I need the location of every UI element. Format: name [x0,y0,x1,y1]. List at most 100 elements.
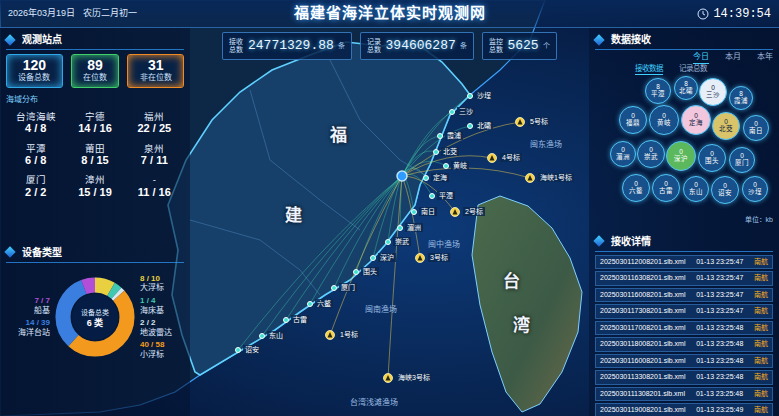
data-bubble[interactable]: 0福鼎 [619,106,647,134]
buoy-label[interactable]: 海峡3号标 [396,373,432,382]
data-bubble[interactable]: 0黄岐 [649,105,679,135]
region-cell[interactable]: -11 / 16 [125,171,184,203]
region-cell[interactable]: 泉州7 / 11 [125,140,184,172]
station-label[interactable]: 诏安 [243,345,261,354]
station-label[interactable]: 南日 [419,207,437,216]
data-bubble[interactable]: 0沙埕 [742,176,768,202]
station-label[interactable]: 六鳌 [315,299,333,308]
donut-segment[interactable] [63,285,127,349]
legend-item[interactable]: 40 / 58小浮标 [140,340,184,359]
station-pin-icon[interactable] [307,301,313,307]
data-bubble[interactable]: 0六鳌 [622,174,650,202]
station-label[interactable]: 围头 [361,267,379,276]
station-label[interactable]: 北茭 [441,147,459,156]
detail-row[interactable]: 2025030119008201.slb.xml01-13 23:25:49南航 [595,403,773,416]
station-label[interactable]: 霞浦 [445,131,463,140]
data-bubble[interactable]: 0东山 [683,176,709,202]
detail-row[interactable]: 2025030113308201.slb.xml01-13 23:25:48南航 [595,370,773,385]
buoy-icon[interactable] [487,153,497,163]
legend-item[interactable]: 7 / 7船基 [6,296,50,315]
data-bubble[interactable]: 8北礵 [674,76,698,100]
station-pin-icon[interactable] [370,255,376,261]
region-cell[interactable]: 厦门2 / 2 [6,171,65,203]
data-bubble[interactable]: 8霞浦 [729,86,753,110]
data-bubble[interactable]: 0南日 [743,115,769,141]
station-pin-icon[interactable] [353,269,359,275]
data-bubble[interactable]: 0崇武 [637,140,665,168]
station-pin-icon[interactable] [433,149,439,155]
legend-item[interactable]: 8 / 10大浮标 [140,274,184,293]
donut-segment[interactable] [63,285,127,349]
station-pin-icon[interactable] [429,193,435,199]
data-bubble[interactable]: 0深沪 [666,141,696,171]
region-cell[interactable]: 宁德14 / 16 [65,108,124,140]
station-label[interactable]: 北礵 [475,121,493,130]
station-label[interactable]: 黄岐 [451,161,469,170]
station-pin-icon[interactable] [467,123,473,129]
data-bubble[interactable]: 8平潭 [645,78,671,104]
station-pin-icon[interactable] [259,333,265,339]
station-pin-icon[interactable] [437,133,443,139]
detail-row[interactable]: 2025030112008201.slb.xml01-13 23:25:47南航 [595,255,773,270]
station-pin-icon[interactable] [283,317,289,323]
buoy-label[interactable]: 2号标 [463,207,485,216]
detail-row[interactable]: 2025030116008201.slb.xml01-13 23:25:47南航 [595,288,773,303]
station-pin-icon[interactable] [449,109,455,115]
buoy-icon[interactable] [450,207,460,217]
buoy-label[interactable]: 4号标 [500,153,522,162]
region-cell[interactable]: 平潭6 / 8 [6,140,65,172]
period-tab[interactable]: 本年 [757,52,773,64]
station-pin-icon[interactable] [385,239,391,245]
buoy-icon[interactable] [415,253,425,263]
buoy-icon[interactable] [525,173,535,183]
detail-row[interactable]: 2025030117308201.slb.xml01-13 23:25:47南航 [595,304,773,319]
detail-row[interactable]: 2025030116008201.slb.xml01-13 23:25:48南航 [595,354,773,369]
detail-row[interactable]: 2025030118008201.slb.xml01-13 23:25:48南航 [595,337,773,352]
data-bubble[interactable]: 0围头 [698,144,726,172]
station-label[interactable]: 崇武 [393,237,411,246]
data-bubble[interactable]: 0三沙 [699,78,727,106]
data-bubble[interactable]: 0厦门 [729,147,755,173]
data-bubble[interactable]: 0古雷 [652,174,680,202]
detail-row[interactable]: 2025030117008201.slb.xml01-13 23:25:48南航 [595,321,773,336]
detail-row[interactable]: 2025030116308201.slb.xml01-13 23:25:47南航 [595,271,773,286]
donut-segment[interactable] [63,285,127,349]
legend-item[interactable]: 14 / 39海洋台站 [6,318,50,337]
buoy-label[interactable]: 海峡1号标 [538,173,574,182]
station-pin-icon[interactable] [423,175,429,181]
station-label[interactable]: 定海 [431,173,449,182]
detail-row[interactable]: 2025030111308201.slb.xml01-13 23:25:48南航 [595,387,773,402]
period-tab[interactable]: 本月 [725,52,741,64]
buoy-label[interactable]: 5号标 [528,117,550,126]
station-label[interactable]: 湄洲 [405,223,423,232]
station-pin-icon[interactable] [331,285,337,291]
buoy-label[interactable]: 3号标 [428,253,450,262]
buoy-icon[interactable] [325,330,335,340]
data-bubble[interactable]: 0诏安 [711,176,739,204]
legend-item[interactable]: 2 / 2地波雷达 [140,318,184,337]
donut-segment[interactable] [63,285,127,349]
region-cell[interactable]: 福州22 / 25 [125,108,184,140]
station-pin-icon[interactable] [235,347,241,353]
legend-item[interactable]: 1 / 4海床基 [140,296,184,315]
buoy-label[interactable]: 1号标 [338,330,360,339]
station-pin-icon[interactable] [397,225,403,231]
station-pin-icon[interactable] [411,209,417,215]
data-bubble[interactable]: 0北茭 [712,112,740,140]
donut-segment[interactable] [63,285,127,349]
data-subtab[interactable]: 接收数据 [635,64,663,75]
station-label[interactable]: 三沙 [457,107,475,116]
station-pin-icon[interactable] [443,163,449,169]
buoy-icon[interactable] [383,373,393,383]
region-cell[interactable]: 莆田8 / 15 [65,140,124,172]
donut-segment[interactable] [63,285,127,349]
data-bubble[interactable]: 0湄洲 [610,141,636,167]
region-cell[interactable]: 台湾海峡4 / 8 [6,108,65,140]
station-label[interactable]: 古雷 [291,315,309,324]
station-label[interactable]: 东山 [267,331,285,340]
station-pin-icon[interactable] [467,93,473,99]
station-label[interactable]: 厦门 [339,283,357,292]
buoy-icon[interactable] [515,117,525,127]
period-tab[interactable]: 今日 [693,52,709,64]
data-subtab[interactable]: 记录总数 [679,64,707,75]
